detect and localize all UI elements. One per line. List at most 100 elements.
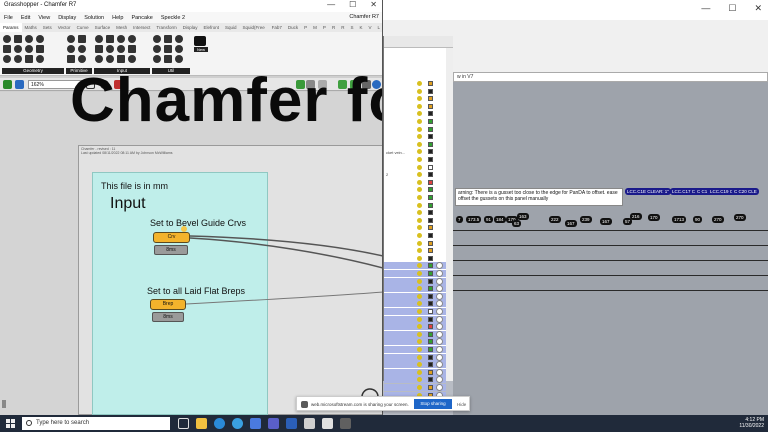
lightbulb-icon[interactable] [417, 202, 422, 208]
lightbulb-icon[interactable] [417, 316, 422, 322]
layer-row[interactable] [384, 88, 446, 95]
layer-color-swatch[interactable] [428, 164, 433, 170]
outlook-icon[interactable] [250, 418, 261, 429]
layer-row[interactable] [384, 338, 446, 346]
layer-row[interactable] [384, 361, 446, 369]
layer-color-swatch[interactable] [428, 179, 433, 185]
minimize-icon[interactable]: — [701, 3, 710, 14]
layer-color-swatch[interactable] [428, 103, 433, 109]
layer-row[interactable] [384, 330, 446, 338]
lightbulb-icon[interactable] [417, 248, 422, 254]
rhino-viewport[interactable] [453, 82, 768, 415]
layer-color-swatch[interactable] [428, 255, 433, 261]
hide-button[interactable]: Hide [457, 402, 466, 407]
layer-color-swatch[interactable] [428, 217, 433, 223]
layer-color-swatch[interactable] [428, 354, 433, 360]
task-view-icon[interactable] [178, 418, 189, 429]
material-circle-icon[interactable] [436, 277, 443, 285]
lightbulb-icon[interactable] [417, 331, 422, 337]
layer-row[interactable] [384, 315, 446, 323]
layer-color-swatch[interactable] [428, 195, 433, 200]
layer-color-swatch[interactable] [428, 202, 433, 208]
file-explorer-icon[interactable] [196, 418, 207, 429]
teams-icon[interactable] [268, 418, 279, 429]
layer-color-swatch[interactable] [428, 172, 433, 178]
layer-color-swatch[interactable] [428, 187, 433, 193]
layer-color-swatch[interactable] [428, 96, 433, 102]
layer-row[interactable] [384, 368, 446, 376]
layer-color-swatch[interactable] [428, 149, 433, 155]
material-circle-icon[interactable] [436, 315, 443, 323]
lightbulb-icon[interactable] [417, 278, 422, 284]
layer-color-swatch[interactable] [428, 369, 433, 375]
layer-row[interactable] [384, 232, 446, 239]
material-circle-icon[interactable] [436, 330, 443, 338]
maximize-icon[interactable]: ☐ [728, 3, 736, 14]
lightbulb-icon[interactable] [417, 225, 422, 231]
lightbulb-icon[interactable] [417, 385, 422, 390]
layer-row[interactable] [384, 353, 446, 361]
layer-row[interactable] [384, 179, 446, 186]
layer-row[interactable] [384, 376, 446, 384]
layer-color-swatch[interactable] [428, 111, 433, 117]
layer-row[interactable] [384, 103, 446, 110]
layer-color-swatch[interactable] [428, 88, 433, 94]
lightbulb-icon[interactable] [417, 324, 422, 330]
material-circle-icon[interactable] [436, 353, 443, 361]
layer-color-swatch[interactable] [428, 286, 433, 292]
layer-color-swatch[interactable] [428, 278, 433, 284]
layer-color-swatch[interactable] [428, 316, 433, 322]
layer-color-swatch[interactable] [428, 263, 433, 269]
layer-row[interactable] [384, 126, 446, 133]
lightbulb-icon[interactable] [417, 81, 422, 86]
layer-row[interactable] [384, 171, 446, 178]
material-circle-icon[interactable] [436, 300, 443, 308]
lightbulb-icon[interactable] [417, 233, 422, 238]
material-circle-icon[interactable] [436, 384, 443, 391]
material-circle-icon[interactable] [436, 323, 443, 331]
layer-row[interactable] [384, 209, 446, 216]
lightbulb-icon[interactable] [417, 96, 422, 102]
layer-color-swatch[interactable] [428, 271, 433, 276]
layer-row[interactable] [384, 202, 446, 209]
layer-color-swatch[interactable] [428, 141, 433, 147]
lightbulb-icon[interactable] [417, 263, 422, 269]
lightbulb-icon[interactable] [417, 240, 422, 246]
material-circle-icon[interactable] [436, 376, 443, 384]
material-circle-icon[interactable] [436, 361, 443, 369]
layer-color-swatch[interactable] [428, 362, 433, 368]
layer-row[interactable] [384, 240, 446, 247]
lightbulb-icon[interactable] [417, 195, 422, 200]
layer-row[interactable] [384, 194, 446, 201]
layer-row[interactable] [384, 80, 446, 87]
layer-row[interactable] [384, 110, 446, 117]
layer-row[interactable] [384, 118, 446, 125]
grasshopper-icon[interactable] [340, 418, 351, 429]
layers-scrollbar[interactable] [446, 48, 453, 381]
lightbulb-icon[interactable] [417, 88, 422, 94]
layer-row[interactable] [384, 285, 446, 293]
layer-row[interactable] [384, 300, 446, 308]
material-circle-icon[interactable] [436, 346, 443, 353]
lightbulb-icon[interactable] [417, 111, 422, 117]
layer-row[interactable] [384, 186, 446, 193]
material-circle-icon[interactable] [436, 338, 443, 346]
layer-row[interactable] [384, 292, 446, 300]
layer-row[interactable] [384, 384, 446, 391]
lightbulb-icon[interactable] [417, 347, 422, 352]
app-icon[interactable] [322, 418, 333, 429]
layer-row[interactable] [384, 270, 446, 277]
lightbulb-icon[interactable] [417, 103, 422, 109]
lightbulb-icon[interactable] [417, 187, 422, 193]
layer-row[interactable] [384, 262, 446, 270]
lightbulb-icon[interactable] [417, 286, 422, 292]
layer-color-swatch[interactable] [428, 339, 433, 345]
lightbulb-icon[interactable] [417, 377, 422, 383]
lightbulb-icon[interactable] [417, 309, 422, 314]
system-tray-clock[interactable]: 4:12 PM 11/30/2022 [739, 417, 764, 429]
layer-color-swatch[interactable] [428, 126, 433, 132]
layer-row[interactable] [384, 164, 446, 171]
material-circle-icon[interactable] [436, 270, 443, 277]
lightbulb-icon[interactable] [417, 172, 422, 178]
canvas-scroll-handle[interactable] [2, 400, 6, 408]
